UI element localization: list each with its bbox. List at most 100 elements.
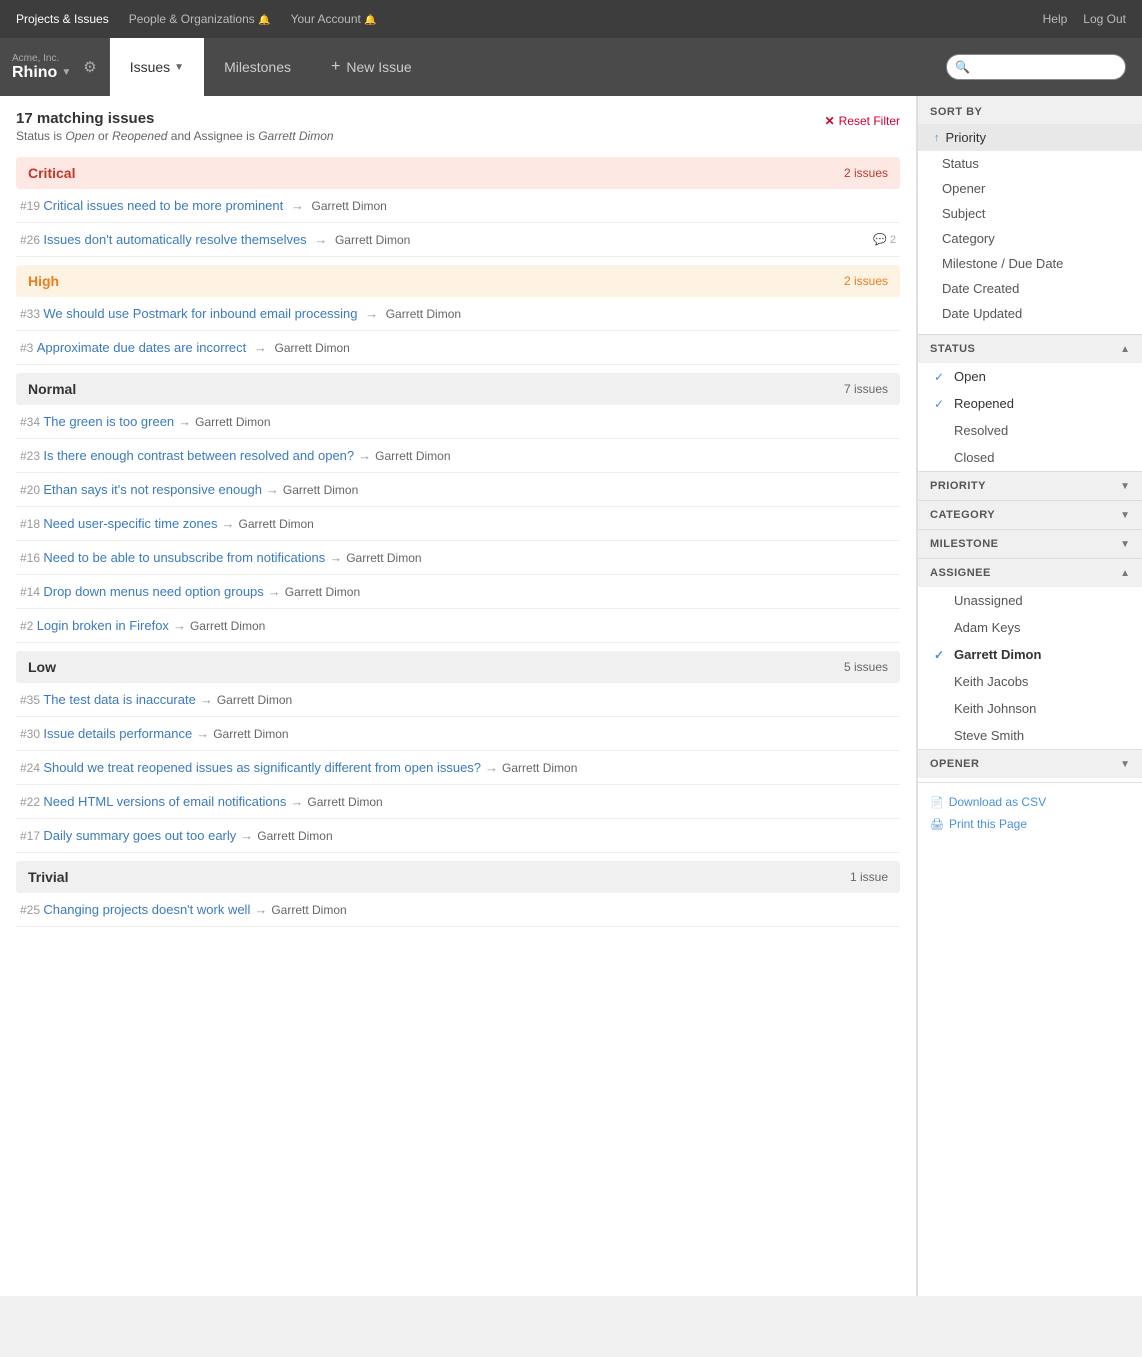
download-csv-link[interactable]: 📄 Download as CSV bbox=[930, 795, 1130, 809]
issue-link[interactable]: Issues don't automatically resolve thems… bbox=[43, 232, 306, 247]
sidebar-item-milestone[interactable]: Milestone / Due Date bbox=[918, 251, 1142, 276]
issue-assignee: Garrett Dimon bbox=[195, 415, 270, 429]
filter-label-open: Open bbox=[954, 369, 986, 384]
help-link[interactable]: Help bbox=[1043, 12, 1068, 26]
sidebar-item-date-updated[interactable]: Date Updated bbox=[918, 301, 1142, 326]
issue-link[interactable]: Need HTML versions of email notification… bbox=[43, 794, 286, 809]
nav-people-orgs[interactable]: People & Organizations 🔔 bbox=[129, 12, 271, 26]
filter-header-opener[interactable]: OPENER ▼ bbox=[918, 750, 1142, 778]
filter-label-keith-jacobs: Keith Jacobs bbox=[954, 674, 1028, 689]
project-name[interactable]: Rhino ▼ bbox=[12, 64, 71, 82]
issue-link[interactable]: Is there enough contrast between resolve… bbox=[43, 448, 354, 463]
issue-link[interactable]: Changing projects doesn't work well bbox=[43, 902, 250, 917]
filter-label-unassigned: Unassigned bbox=[954, 593, 1023, 608]
issue-arrow: → bbox=[200, 692, 213, 707]
tab-milestones[interactable]: Milestones bbox=[204, 38, 311, 96]
filter-header-milestone[interactable]: MILESTONE ▼ bbox=[918, 530, 1142, 558]
reset-filter-label: Reset Filter bbox=[839, 114, 900, 128]
sidebar-item-opener[interactable]: Opener bbox=[918, 176, 1142, 201]
issue-link[interactable]: Daily summary goes out too early bbox=[43, 828, 236, 843]
filter-item-steve-smith[interactable]: Steve Smith bbox=[918, 722, 1142, 749]
issue-item: #33 We should use Postmark for inbound e… bbox=[16, 297, 900, 331]
issue-link[interactable]: We should use Postmark for inbound email… bbox=[43, 306, 357, 321]
x-icon: ✕ bbox=[825, 114, 835, 128]
issue-link[interactable]: Ethan says it's not responsive enough bbox=[43, 482, 262, 497]
issue-link[interactable]: Drop down menus need option groups bbox=[43, 584, 263, 599]
issue-arrow: → bbox=[178, 414, 191, 429]
tab-issues-dropdown-icon: ▼ bbox=[174, 62, 184, 73]
search-input[interactable] bbox=[946, 54, 1126, 80]
filter-section-assignee: ASSIGNEE ▲ Unassigned Adam Keys ✓ Garret… bbox=[918, 558, 1142, 749]
issue-item: #17 Daily summary goes out too early→Gar… bbox=[16, 819, 900, 853]
filter-label-closed: Closed bbox=[954, 450, 994, 465]
issues-count: 17 matching issues bbox=[16, 110, 334, 127]
issue-link[interactable]: Critical issues need to be more prominen… bbox=[43, 198, 283, 213]
settings-icon[interactable]: ⚙ bbox=[83, 58, 96, 76]
filter-item-keith-jacobs[interactable]: Keith Jacobs bbox=[918, 668, 1142, 695]
filter-header-priority[interactable]: PRIORITY ▼ bbox=[918, 472, 1142, 500]
filter-item-garrett-dimon[interactable]: ✓ Garrett Dimon bbox=[918, 641, 1142, 668]
issue-arrow: → bbox=[314, 232, 327, 247]
check-icon: ✓ bbox=[934, 397, 948, 411]
sidebar-item-subject[interactable]: Subject bbox=[918, 201, 1142, 226]
issue-num: #16 bbox=[20, 551, 43, 565]
filter-section-milestone: MILESTONE ▼ bbox=[918, 529, 1142, 558]
issue-link[interactable]: Approximate due dates are incorrect bbox=[37, 340, 247, 355]
sidebar-item-priority[interactable]: ↑ Priority bbox=[918, 124, 1142, 151]
tab-issues[interactable]: Issues ▼ bbox=[110, 38, 204, 96]
issue-num: #2 bbox=[20, 619, 37, 633]
issue-num: #30 bbox=[20, 727, 43, 741]
filter-label-resolved: Resolved bbox=[954, 423, 1008, 438]
nav-projects-issues[interactable]: Projects & Issues bbox=[16, 12, 109, 26]
tab-issues-label: Issues bbox=[130, 59, 170, 75]
issue-link[interactable]: The green is too green bbox=[43, 414, 174, 429]
issue-arrow: → bbox=[485, 760, 498, 775]
top-nav-right: Help Log Out bbox=[1043, 12, 1126, 26]
issues-header: 17 matching issues Status is Open or Reo… bbox=[16, 110, 900, 143]
issue-arrow: → bbox=[365, 306, 378, 321]
issue-link[interactable]: Login broken in Firefox bbox=[37, 618, 169, 633]
sort-section: SORT BY ↑ Priority Status Opener Subject… bbox=[918, 96, 1142, 334]
tab-new-issue[interactable]: + New Issue bbox=[311, 38, 432, 96]
priority-header-low: Low 5 issues bbox=[16, 651, 900, 683]
issue-link[interactable]: Should we treat reopened issues as signi… bbox=[43, 760, 481, 775]
issue-assignee: Garrett Dimon bbox=[346, 551, 421, 565]
print-page-link[interactable]: 🖨 Print this Page bbox=[930, 817, 1130, 831]
filter-item-adam-keys[interactable]: Adam Keys bbox=[918, 614, 1142, 641]
issue-arrow: → bbox=[291, 198, 304, 213]
filter-header-assignee[interactable]: ASSIGNEE ▲ bbox=[918, 559, 1142, 587]
priority-label-critical: Critical bbox=[28, 165, 75, 181]
issue-link[interactable]: Need user-specific time zones bbox=[43, 516, 217, 531]
issue-link[interactable]: Issue details performance bbox=[43, 726, 192, 741]
issue-assignee: Garrett Dimon bbox=[275, 341, 350, 355]
priority-label-normal: Normal bbox=[28, 381, 76, 397]
filter-item-unassigned[interactable]: Unassigned bbox=[918, 587, 1142, 614]
sidebar-item-category[interactable]: Category bbox=[918, 226, 1142, 251]
priority-header-trivial: Trivial 1 issue bbox=[16, 861, 900, 893]
priority-group-normal: Normal 7 issues #34 The green is too gre… bbox=[16, 373, 900, 643]
filter-header-status[interactable]: STATUS ▲ bbox=[918, 335, 1142, 363]
filter-title-assignee: ASSIGNEE bbox=[930, 567, 991, 579]
filter-item-open[interactable]: ✓ Open bbox=[918, 363, 1142, 390]
filter-header-category[interactable]: CATEGORY ▼ bbox=[918, 501, 1142, 529]
comment-badge: 💬 2 bbox=[873, 233, 896, 246]
logout-link[interactable]: Log Out bbox=[1083, 12, 1126, 26]
sort-title: SORT BY bbox=[918, 96, 1142, 124]
issue-link[interactable]: Need to be able to unsubscribe from noti… bbox=[43, 550, 325, 565]
project-info: Acme, Inc. Rhino ▼ ⚙ bbox=[0, 38, 110, 96]
chevron-up-icon: ▲ bbox=[1120, 344, 1130, 355]
reset-filter[interactable]: ✕ Reset Filter bbox=[825, 114, 900, 128]
filter-item-keith-johnson[interactable]: Keith Johnson bbox=[918, 695, 1142, 722]
filter-item-reopened[interactable]: ✓ Reopened bbox=[918, 390, 1142, 417]
sort-priority-label: Priority bbox=[946, 130, 986, 145]
nav-your-account[interactable]: Your Account 🔔 bbox=[291, 12, 377, 26]
sidebar-item-date-created[interactable]: Date Created bbox=[918, 276, 1142, 301]
issue-assignee: Garrett Dimon bbox=[307, 795, 382, 809]
issue-link[interactable]: The test data is inaccurate bbox=[43, 692, 195, 707]
issue-num: #24 bbox=[20, 761, 43, 775]
filter-item-resolved[interactable]: Resolved bbox=[918, 417, 1142, 444]
issue-item: #35 The test data is inaccurate→Garrett … bbox=[16, 683, 900, 717]
priority-group-critical: Critical 2 issues #19 Critical issues ne… bbox=[16, 157, 900, 257]
filter-item-closed[interactable]: Closed bbox=[918, 444, 1142, 471]
sidebar-item-status[interactable]: Status bbox=[918, 151, 1142, 176]
